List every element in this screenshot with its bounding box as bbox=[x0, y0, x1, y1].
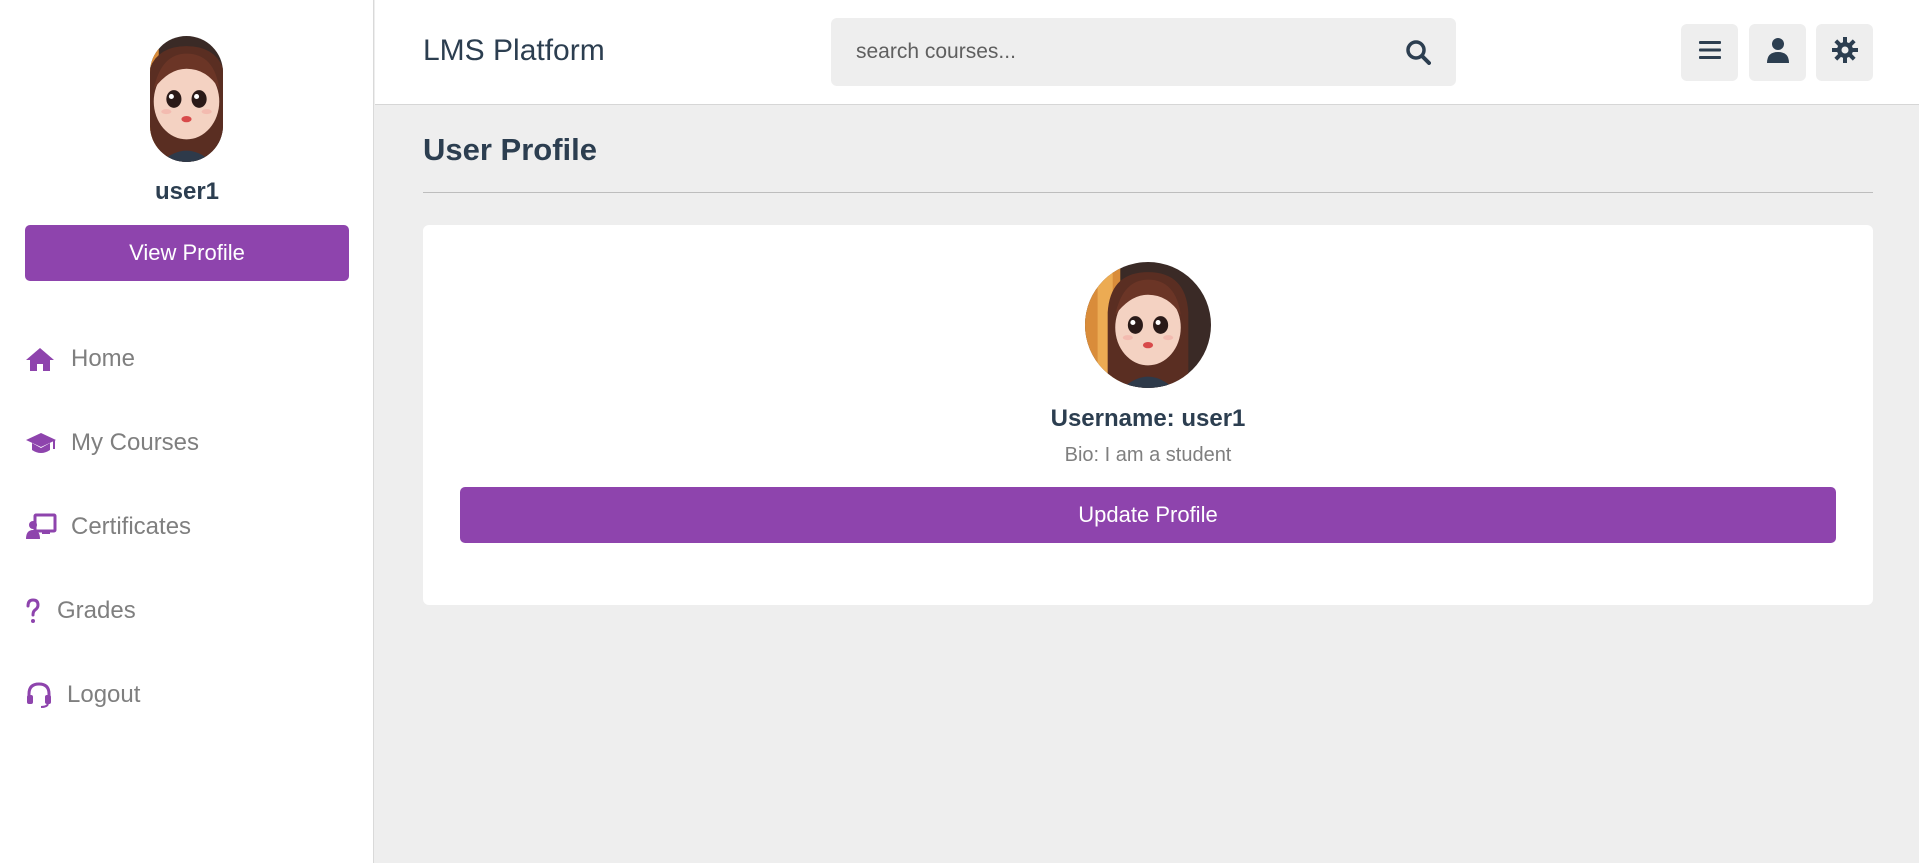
settings-icon bbox=[1831, 37, 1858, 68]
search-input[interactable] bbox=[831, 18, 1391, 86]
top-header: LMS Platform bbox=[375, 0, 1919, 105]
profile-avatar bbox=[1085, 262, 1211, 388]
page-title: User Profile bbox=[423, 132, 598, 167]
divider bbox=[423, 192, 1873, 193]
sidebar-item-certificates[interactable]: Certificates bbox=[25, 507, 191, 547]
settings-button[interactable] bbox=[1816, 24, 1873, 81]
profile-card: Username: user1 Bio: I am a student Upda… bbox=[423, 225, 1873, 605]
sidebar: user1 View Profile Home My Courses Certi… bbox=[0, 0, 374, 863]
user-icon bbox=[1766, 37, 1789, 68]
brand-title: LMS Platform bbox=[423, 34, 605, 67]
update-profile-button[interactable]: Update Profile bbox=[460, 487, 1836, 543]
user-button[interactable] bbox=[1749, 24, 1806, 81]
sidebar-item-label: My Courses bbox=[71, 429, 200, 456]
sidebar-item-home[interactable]: Home bbox=[25, 339, 135, 379]
sidebar-username: user1 bbox=[154, 178, 220, 205]
search-box bbox=[831, 18, 1456, 86]
certificate-icon bbox=[25, 512, 57, 542]
sidebar-item-grades[interactable]: Grades bbox=[25, 591, 136, 631]
sidebar-item-logout[interactable]: Logout bbox=[25, 675, 140, 715]
question-icon bbox=[25, 596, 43, 626]
graduation-cap-icon bbox=[25, 428, 57, 458]
profile-bio: Bio: I am a student bbox=[1064, 444, 1232, 466]
sidebar-item-label: Logout bbox=[67, 681, 141, 708]
avatar bbox=[150, 36, 223, 162]
headset-icon bbox=[25, 680, 53, 710]
menu-icon bbox=[1698, 40, 1721, 65]
profile-username: Username: user1 bbox=[1050, 405, 1246, 432]
menu-button[interactable] bbox=[1681, 24, 1738, 81]
sidebar-item-label: Grades bbox=[57, 597, 136, 624]
sidebar-item-my-courses[interactable]: My Courses bbox=[25, 423, 199, 463]
sidebar-item-label: Certificates bbox=[71, 513, 192, 540]
sidebar-item-label: Home bbox=[71, 345, 136, 372]
search-icon[interactable] bbox=[1404, 38, 1432, 66]
view-profile-button[interactable]: View Profile bbox=[25, 225, 349, 281]
home-icon bbox=[25, 344, 57, 374]
